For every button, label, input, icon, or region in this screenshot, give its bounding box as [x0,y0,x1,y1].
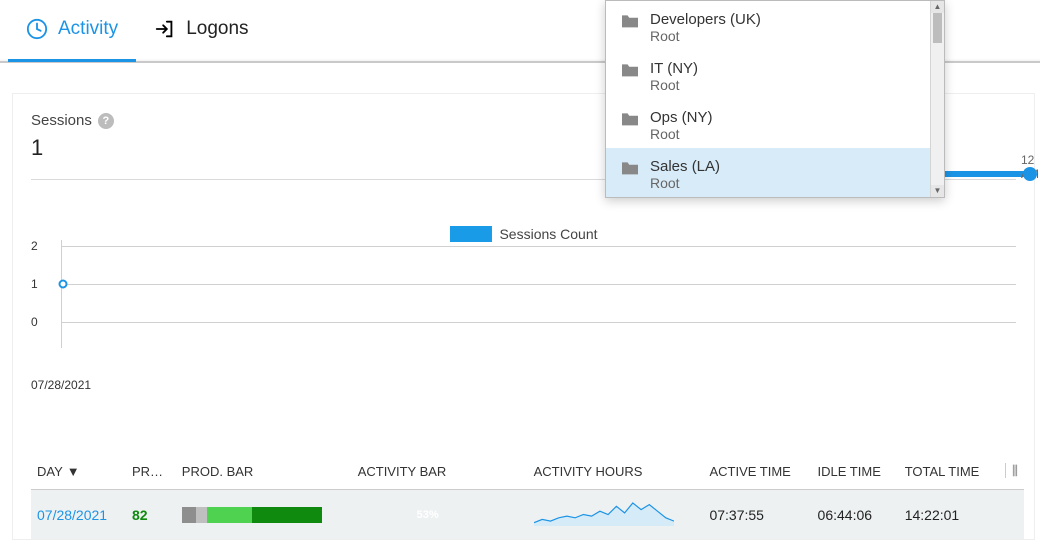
col-active[interactable]: ACTIVE TIME [703,453,811,490]
dropdown-item-sub: Root [650,77,698,93]
folder-icon [620,109,640,130]
activity-icon [26,18,48,40]
cell-active: 07:37:55 [703,490,811,540]
col-day[interactable]: DAY▼ [31,453,126,490]
sort-desc-icon: ▼ [67,464,80,479]
gridline [61,322,1016,323]
tab-label: Activity [58,18,118,40]
col-idle[interactable]: IDLE TIME [812,453,899,490]
cell-total: 14:22:01 [899,490,999,540]
dropdown-item-title: IT (NY) [650,60,698,77]
folder-icon [620,11,640,32]
table-row[interactable]: 07/28/2021 82 53% [31,490,1024,540]
column-picker[interactable]: ⫼ [999,453,1024,490]
login-icon [154,18,176,40]
y-tick: 0 [31,315,38,329]
dropdown-item[interactable]: Developers (UK)Root [606,1,930,50]
column-picker-icon: ⫼ [1005,463,1018,478]
y-tick: 2 [31,239,38,253]
dropdown-item-title: Developers (UK) [650,11,761,28]
col-total[interactable]: TOTAL TIME [899,453,999,490]
scroll-down-arrow[interactable]: ▼ [931,185,944,197]
dropdown-item[interactable]: Sales (LA)Root [606,148,930,197]
tab-activity[interactable]: Activity [8,0,136,62]
dropdown-item-sub: Root [650,175,720,191]
dropdown-scrollbar[interactable]: ▲ ▼ [930,1,944,197]
cell-acthours [528,490,704,540]
y-tick: 1 [31,277,38,291]
x-tick: 07/28/2021 [31,378,91,392]
tab-logons[interactable]: Logons [136,0,266,62]
dropdown-item-sub: Root [650,28,761,44]
dropdown-item-title: Sales (LA) [650,158,720,175]
group-dropdown[interactable]: Developers (UK)RootIT (NY)RootOps (NY)Ro… [605,0,945,198]
sessions-chart: Sessions Count 2 1 0 07/28/2021 [31,240,1016,370]
col-pr[interactable]: PR… [126,453,176,490]
tab-label: Logons [186,18,248,40]
activity-bar: 53% [358,507,498,523]
cell-prodbar [176,490,352,540]
cell-idle: 06:44:06 [812,490,899,540]
chart-legend: Sessions Count [449,226,597,242]
cell-pr: 82 [126,490,176,540]
folder-icon [620,158,640,179]
dropdown-item[interactable]: Ops (NY)Root [606,99,930,148]
sessions-table: DAY▼ PR… PROD. BAR ACTIVITY BAR ACTIVITY… [31,453,1024,539]
help-icon[interactable]: ? [98,113,114,129]
gridline [61,246,1016,247]
col-prodbar[interactable]: PROD. BAR [176,453,352,490]
scroll-grip[interactable] [933,13,942,43]
col-actbar[interactable]: ACTIVITY BAR [352,453,528,490]
sessions-label: Sessions [31,112,92,129]
sparkline [534,500,674,526]
activity-bar-label: 53% [358,509,498,521]
y-axis [61,240,62,348]
col-acthours[interactable]: ACTIVITY HOURS [528,453,704,490]
cell-day[interactable]: 07/28/2021 [31,490,126,540]
legend-swatch [449,226,491,242]
dropdown-item-title: Ops (NY) [650,109,713,126]
cell-actbar: 53% [352,490,528,540]
scroll-up-arrow[interactable]: ▲ [931,1,944,13]
data-point[interactable] [59,280,68,289]
prod-bar [182,507,322,523]
slider-thumb-end[interactable] [1023,167,1037,181]
folder-icon [620,60,640,81]
gridline [61,284,1016,285]
dropdown-item-sub: Root [650,126,713,142]
legend-label: Sessions Count [499,226,597,242]
dropdown-item[interactable]: IT (NY)Root [606,50,930,99]
